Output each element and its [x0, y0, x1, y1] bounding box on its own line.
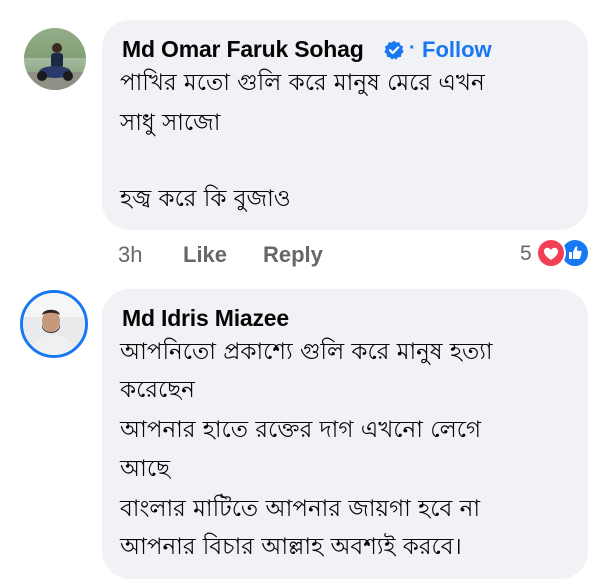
comment-text-line: পাখির মতো গুলি করে মানুষ মেরে এখন: [120, 70, 485, 96]
comment-text-line: আছে: [120, 456, 171, 482]
reactions-summary[interactable]: 5: [520, 238, 592, 268]
comments-section: Md Omar Faruk Sohag · Follow পাখির মতো গ…: [0, 0, 600, 587]
follow-button[interactable]: Follow: [422, 37, 492, 63]
comment-text-line: আপনার বিচার আল্লাহ অবশ্যই করবে।: [120, 534, 462, 560]
comment-author[interactable]: Md Idris Miazee: [122, 305, 289, 332]
reaction-count: 5: [520, 242, 532, 265]
comment-text-line: করেছেন: [120, 377, 195, 403]
comment-text-line: বাংলার মাটিতে আপনার জায়গা হবে না: [120, 496, 480, 522]
reply-button[interactable]: Reply: [263, 242, 323, 268]
comment-text-line: আপনার হাতে রক্তের দাগ এখনো লেগে: [120, 417, 482, 443]
comment-text-line: আপনিতো প্রকাশ্যে গুলি করে মানুষ হত্যা: [120, 339, 493, 365]
separator-dot: ·: [409, 37, 416, 59]
verified-badge-icon: [384, 40, 404, 60]
comment-timestamp[interactable]: 3h: [118, 242, 142, 268]
comment-author[interactable]: Md Omar Faruk Sohag: [122, 36, 364, 63]
heart-icon: [536, 238, 566, 268]
comment-text-line: হজ্ব করে কি বুজাও: [120, 186, 291, 212]
comment-text-line: সাধু সাজো: [120, 110, 221, 136]
avatar[interactable]: [24, 28, 86, 90]
avatar[interactable]: [20, 290, 88, 358]
like-button[interactable]: Like: [183, 242, 227, 268]
